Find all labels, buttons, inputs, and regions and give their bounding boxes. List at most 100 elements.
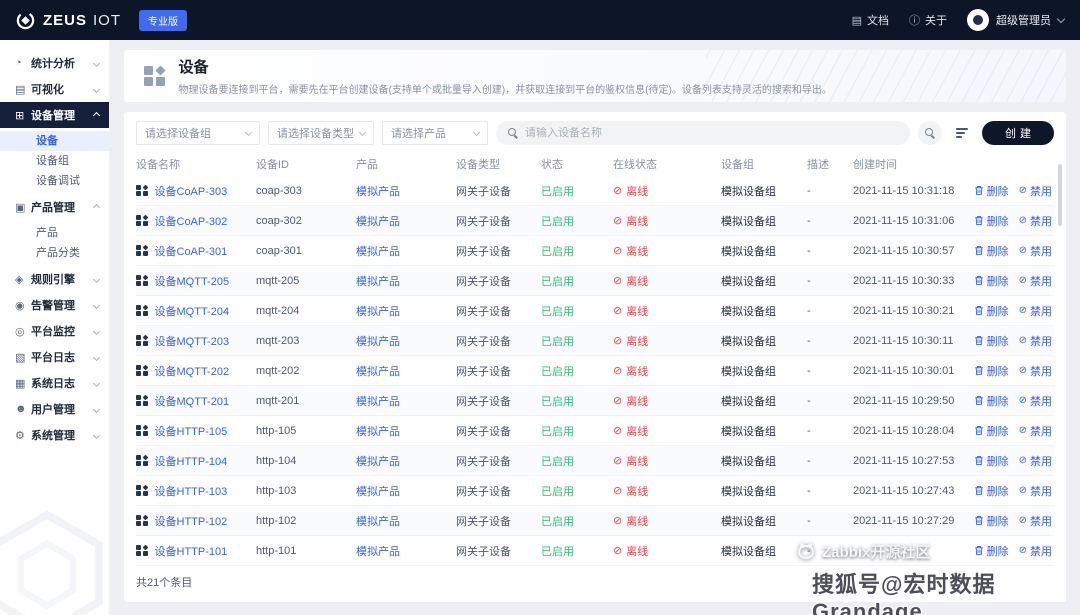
device-name-link[interactable]: 设备HTTP-105 <box>155 423 228 439</box>
search-input[interactable] <box>525 127 898 139</box>
delete-button[interactable]: 删除 <box>974 183 1009 199</box>
offline-icon: ⊘ <box>613 364 622 377</box>
sidebar-item-system-management[interactable]: ⚙ 系统管理 <box>0 422 109 448</box>
device-group-select[interactable]: 请选择设备组 <box>136 121 260 145</box>
description-cell: - <box>807 245 853 257</box>
device-name-link[interactable]: 设备CoAP-301 <box>155 243 228 259</box>
create-button[interactable]: 创建 <box>982 121 1054 145</box>
delete-button[interactable]: 删除 <box>974 423 1009 439</box>
table-row: 设备CoAP-302 coap-302 模拟产品 网关子设备 已启用 ⊘ 离线 … <box>136 206 1054 236</box>
device-name-link[interactable]: 设备CoAP-303 <box>155 183 228 199</box>
delete-button[interactable]: 删除 <box>974 453 1009 469</box>
search-button[interactable] <box>918 121 942 145</box>
device-page-icon <box>144 66 165 87</box>
sidebar-item-rule-engine[interactable]: ◈ 规则引擎 <box>0 266 109 292</box>
device-name-link[interactable]: 设备MQTT-204 <box>155 303 230 319</box>
disable-button[interactable]: ⊘ 禁用 <box>1019 423 1052 439</box>
device-name-link[interactable]: 设备HTTP-101 <box>155 543 228 559</box>
ban-icon: ⊘ <box>1019 185 1027 196</box>
product-select[interactable]: 请选择产品 <box>382 121 488 145</box>
delete-label: 删除 <box>987 483 1009 499</box>
disable-button[interactable]: ⊘ 禁用 <box>1019 243 1052 259</box>
device-name-link[interactable]: 设备HTTP-104 <box>155 453 228 469</box>
disable-button[interactable]: ⊘ 禁用 <box>1019 483 1052 499</box>
column-settings-button[interactable] <box>950 121 974 145</box>
disable-button[interactable]: ⊘ 禁用 <box>1019 273 1052 289</box>
product-link[interactable]: 模拟产品 <box>356 396 400 408</box>
delete-label: 删除 <box>987 543 1009 559</box>
column-settings-icon <box>956 128 968 138</box>
device-name-link[interactable]: 设备MQTT-203 <box>155 333 230 349</box>
sidebar-subitem-device-debug[interactable]: 设备调试 <box>0 171 109 191</box>
description-cell: - <box>807 335 853 347</box>
product-link[interactable]: 模拟产品 <box>356 186 400 198</box>
sidebar-item-system-logs[interactable]: ▦ 系统日志 <box>0 370 109 396</box>
delete-button[interactable]: 删除 <box>974 363 1009 379</box>
sidebar-item-visualization[interactable]: ▤ 可视化 <box>0 76 109 102</box>
device-name-link[interactable]: 设备HTTP-103 <box>155 483 228 499</box>
delete-button[interactable]: 删除 <box>974 213 1009 229</box>
rule-engine-icon: ◈ <box>15 273 31 286</box>
system-log-icon: ▦ <box>15 377 31 390</box>
sidebar-subitem-product-category[interactable]: 产品分类 <box>0 243 109 263</box>
device-name-link[interactable]: 设备MQTT-202 <box>155 363 230 379</box>
trash-icon <box>974 305 984 316</box>
delete-button[interactable]: 删除 <box>974 513 1009 529</box>
sidebar-item-platform-monitor[interactable]: ◎ 平台监控 <box>0 318 109 344</box>
delete-button[interactable]: 删除 <box>974 243 1009 259</box>
device-name-link[interactable]: 设备MQTT-205 <box>155 273 230 289</box>
delete-button[interactable]: 删除 <box>974 543 1009 559</box>
sidebar-item-product-management[interactable]: ▣ 产品管理 <box>0 194 109 220</box>
page-header-card: 设备 物理设备要连接到平台，需要先在平台创建设备(支持单个或批量导入创建)，并获… <box>124 50 1066 102</box>
sidebar-item-device-management[interactable]: ⊞ 设备管理 <box>0 102 109 128</box>
disable-button[interactable]: ⊘ 禁用 <box>1019 363 1052 379</box>
product-link[interactable]: 模拟产品 <box>356 486 400 498</box>
product-link[interactable]: 模拟产品 <box>356 336 400 348</box>
product-link[interactable]: 模拟产品 <box>356 246 400 258</box>
product-link[interactable]: 模拟产品 <box>356 546 400 558</box>
sidebar-item-user-management[interactable]: ☻ 用户管理 <box>0 396 109 422</box>
disable-button[interactable]: ⊘ 禁用 <box>1019 543 1052 559</box>
product-link[interactable]: 模拟产品 <box>356 216 400 228</box>
product-link[interactable]: 模拟产品 <box>356 516 400 528</box>
sidebar-item-platform-logs[interactable]: ▧ 平台日志 <box>0 344 109 370</box>
disable-button[interactable]: ⊘ 禁用 <box>1019 183 1052 199</box>
brand-suffix: IOT <box>93 12 121 29</box>
disable-button[interactable]: ⊘ 禁用 <box>1019 213 1052 229</box>
device-name-link[interactable]: 设备MQTT-201 <box>155 393 230 409</box>
device-type-select[interactable]: 请选择设备类型 <box>268 121 374 145</box>
disable-button[interactable]: ⊘ 禁用 <box>1019 333 1052 349</box>
disable-button[interactable]: ⊘ 禁用 <box>1019 513 1052 529</box>
product-link[interactable]: 模拟产品 <box>356 456 400 468</box>
docs-link[interactable]: ▤ 文档 <box>852 12 889 28</box>
sidebar-subitem-device[interactable]: 设备 <box>0 131 109 151</box>
sidebar-item-alarm-management[interactable]: ◉ 告警管理 <box>0 292 109 318</box>
device-name-link[interactable]: 设备CoAP-302 <box>155 213 228 229</box>
about-link[interactable]: ⓘ 关于 <box>909 12 947 28</box>
sidebar-item-statistics[interactable]: ◔ 统计分析 <box>0 50 109 76</box>
delete-button[interactable]: 删除 <box>974 483 1009 499</box>
table-header-row: 设备名称 设备ID 产品 设备类型 状态 在线状态 设备组 描述 创建时间 <box>136 152 1054 176</box>
delete-button[interactable]: 删除 <box>974 273 1009 289</box>
delete-button[interactable]: 删除 <box>974 303 1009 319</box>
created-time-cell: 2021-11-15 10:31:06 <box>853 215 973 227</box>
created-time-cell: 2021-11-15 10:27:53 <box>853 455 973 467</box>
disable-button[interactable]: ⊘ 禁用 <box>1019 393 1052 409</box>
delete-button[interactable]: 删除 <box>974 393 1009 409</box>
disable-button[interactable]: ⊘ 禁用 <box>1019 303 1052 319</box>
table-row: 设备MQTT-204 mqtt-204 模拟产品 网关子设备 已启用 ⊘ 离线 … <box>136 296 1054 326</box>
device-name-link[interactable]: 设备HTTP-102 <box>155 513 228 529</box>
product-link[interactable]: 模拟产品 <box>356 426 400 438</box>
disable-button[interactable]: ⊘ 禁用 <box>1019 453 1052 469</box>
sidebar-subitem-product[interactable]: 产品 <box>0 223 109 243</box>
scrollbar-thumb[interactable] <box>1058 164 1062 226</box>
sidebar-subitem-device-group[interactable]: 设备组 <box>0 151 109 171</box>
table-row: 设备HTTP-102 http-102 模拟产品 网关子设备 已启用 ⊘ 离线 … <box>136 506 1054 536</box>
product-link[interactable]: 模拟产品 <box>356 366 400 378</box>
brand-logo[interactable]: ZEUS IOT 专业版 <box>16 10 187 31</box>
delete-button[interactable]: 删除 <box>974 333 1009 349</box>
product-link[interactable]: 模拟产品 <box>356 276 400 288</box>
device-icon <box>136 305 148 317</box>
product-link[interactable]: 模拟产品 <box>356 306 400 318</box>
user-menu[interactable]: 超级管理员 <box>967 9 1064 31</box>
